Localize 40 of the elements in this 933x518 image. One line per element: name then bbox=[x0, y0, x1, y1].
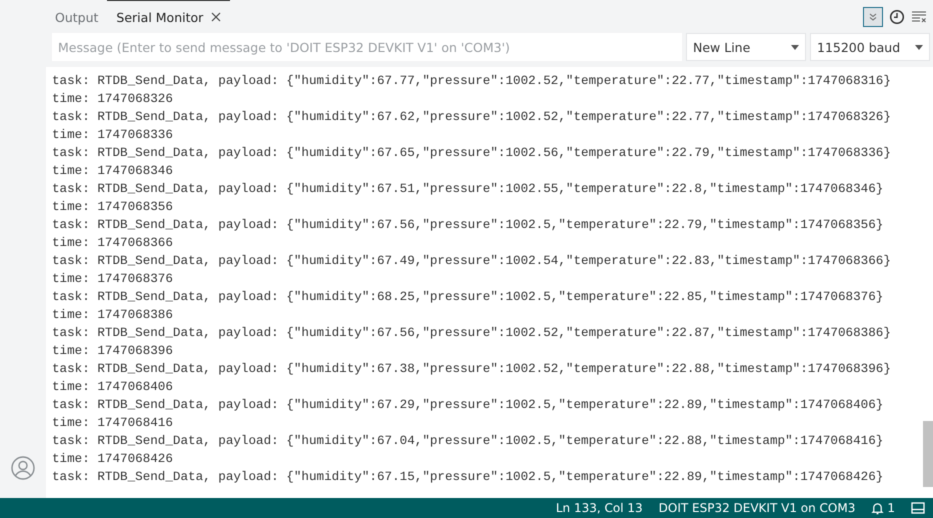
clock-icon[interactable] bbox=[889, 8, 905, 24]
log-line: task: RTDB_Send_Data, payload: {"humidity":67.38,"pressure":1002.52,"temperature":22.88,"timestamp":1747068396} bbox=[52, 361, 892, 378]
message-input[interactable]: Message (Enter to send message to 'DOIT ESP32 DEVKIT V1' on 'COM3') bbox=[52, 33, 682, 61]
log-line: time: 1747068416 bbox=[52, 415, 174, 432]
log-line: time: 1747068336 bbox=[52, 127, 174, 144]
log-line: time: 1747068326 bbox=[52, 91, 174, 108]
caret-icon bbox=[915, 44, 923, 50]
log-line: task: RTDB_Send_Data, payload: {"humidity":67.56,"pressure":1002.52,"temperature":22.87,"timestamp":1747068386} bbox=[52, 325, 892, 342]
baud-rate-dropdown[interactable]: 115200 baud bbox=[810, 33, 930, 61]
cursor-position[interactable]: Ln 133, Col 13 bbox=[556, 501, 643, 515]
log-line: time: 1747068386 bbox=[52, 307, 174, 324]
log-line: task: RTDB_Send_Data, payload: {"humidity":67.29,"pressure":1002.5,"temperature":22.89,"timestamp":1747068406} bbox=[52, 397, 884, 414]
log-line: task: RTDB_Send_Data, payload: {"humidity":67.62,"pressure":1002.52,"temperature":22.77,"timestamp":1747068326} bbox=[52, 109, 892, 126]
close-icon[interactable] bbox=[211, 12, 222, 22]
log-line: time: 1747068356 bbox=[52, 199, 174, 216]
log-line: time: 1747068406 bbox=[52, 379, 174, 396]
caret-icon bbox=[791, 44, 799, 50]
log-line: task: RTDB_Send_Data, payload: {"humidity":67.49,"pressure":1002.54,"temperature":22.83,"timestamp":1747068366} bbox=[52, 253, 892, 270]
clear-output-icon[interactable] bbox=[911, 8, 927, 24]
log-line: time: 1747068366 bbox=[52, 235, 174, 252]
log-line: time: 1747068376 bbox=[52, 271, 174, 288]
panel-tab[interactable]: Output bbox=[46, 0, 108, 33]
line-ending-dropdown[interactable]: New Line bbox=[686, 33, 806, 61]
log-line: task: RTDB_Send_Data, payload: {"humidity":67.77,"pressure":1002.52,"temperature":22.77,"timestamp":1747068316} bbox=[52, 73, 892, 90]
notification-count[interactable]: 1 bbox=[871, 501, 895, 515]
account-icon[interactable] bbox=[11, 456, 35, 480]
log-line: task: RTDB_Send_Data, payload: {"humidity":67.65,"pressure":1002.56,"temperature":22.79,"timestamp":1747068336} bbox=[52, 145, 892, 162]
panel-layout-icon[interactable] bbox=[911, 501, 925, 515]
log-line: time: 1747068426 bbox=[52, 451, 174, 468]
log-line: task: RTDB_Send_Data, payload: {"humidity":67.04,"pressure":1002.5,"temperature":22.88,"timestamp":1747068416} bbox=[52, 433, 884, 450]
log-line: task: RTDB_Send_Data, payload: {"humidity":67.15,"pressure":1002.5,"temperature":22.89,"timestamp":1747068426} bbox=[52, 469, 884, 486]
double-chevron-icon bbox=[868, 12, 878, 22]
log-line: task: RTDB_Send_Data, payload: {"humidity":68.25,"pressure":1002.5,"temperature":22.85,"timestamp":1747068376} bbox=[52, 289, 884, 306]
log-line: time: 1747068346 bbox=[52, 163, 174, 180]
autoscroll-button[interactable] bbox=[863, 6, 883, 26]
log-line: time: 1747068396 bbox=[52, 343, 174, 360]
log-line: task: RTDB_Send_Data, payload: {"humidity":67.51,"pressure":1002.55,"temperature":22.8,"timestamp":1747068346} bbox=[52, 181, 884, 198]
board-port[interactable]: DOIT ESP32 DEVKIT V1 on COM3 bbox=[658, 501, 856, 515]
scrollbar-thumb[interactable] bbox=[923, 421, 933, 487]
log-line: task: RTDB_Send_Data, payload: {"humidity":67.56,"pressure":1002.5,"temperature":22.79,"timestamp":1747068356} bbox=[52, 217, 884, 234]
